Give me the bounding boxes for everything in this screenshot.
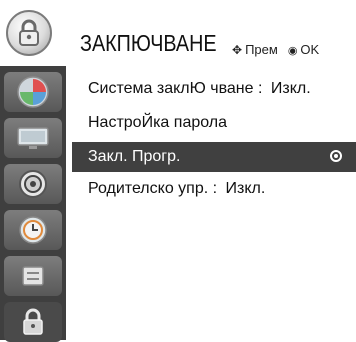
menu-row-label: НастроЙка парола <box>88 114 228 131</box>
sidebar-item-lock[interactable] <box>4 302 62 342</box>
menu-row-block-program[interactable]: Закл. Прогр. <box>72 142 356 172</box>
lock-menu-list: Система заклЮ чване : Изкл. НастроЙка па… <box>66 66 356 340</box>
category-sidebar <box>0 66 66 342</box>
menu-row-parental-control[interactable]: Родителско упр. : Изкл. <box>72 174 356 204</box>
sidebar-item-audio[interactable] <box>4 164 62 204</box>
lock-icon <box>23 308 43 335</box>
menu-header: ЗАКПЮЧВАНЕ ✥ Прем ◉ OK <box>0 0 356 66</box>
ok-button-icon: ◉ <box>287 45 298 57</box>
lock-menu-icon <box>6 10 52 56</box>
sidebar-item-picture[interactable] <box>4 72 62 112</box>
page-title: ЗАКПЮЧВАНЕ <box>80 30 217 56</box>
sidebar-item-options[interactable] <box>4 256 62 296</box>
menu-row-label: Родителско упр. <box>88 180 209 197</box>
ok-hint-label: OK <box>300 42 320 57</box>
menu-row-lock-system[interactable]: Система заклЮ чване : Изкл. <box>72 74 356 104</box>
menu-row-separator: : <box>257 80 263 97</box>
clock-icon <box>19 216 47 244</box>
move-hint-label: Прем <box>245 42 278 57</box>
picture-icon <box>17 76 49 108</box>
menu-row-value: Изкл. <box>225 180 266 197</box>
menu-row-value: Изкл. <box>270 80 311 97</box>
menu-row-label: Система заклЮ чване <box>88 80 254 97</box>
audio-icon <box>19 170 47 198</box>
sidebar-item-time[interactable] <box>4 210 62 250</box>
navigation-hint: ✥ Прем ◉ OK <box>232 42 319 57</box>
menu-row-set-password[interactable]: НастроЙка парола <box>72 108 356 138</box>
select-radio-icon <box>330 150 342 162</box>
tv-osd-menu: ЗАКПЮЧВАНЕ ✥ Прем ◉ OK Система заклЮ чва… <box>0 0 356 342</box>
options-icon <box>22 266 44 286</box>
move-arrows-icon: ✥ <box>232 43 243 57</box>
sidebar-item-tv[interactable] <box>4 118 62 158</box>
menu-row-separator: : <box>212 180 218 197</box>
tv-icon <box>17 127 49 149</box>
menu-row-label: Закл. Прогр. <box>88 148 181 165</box>
